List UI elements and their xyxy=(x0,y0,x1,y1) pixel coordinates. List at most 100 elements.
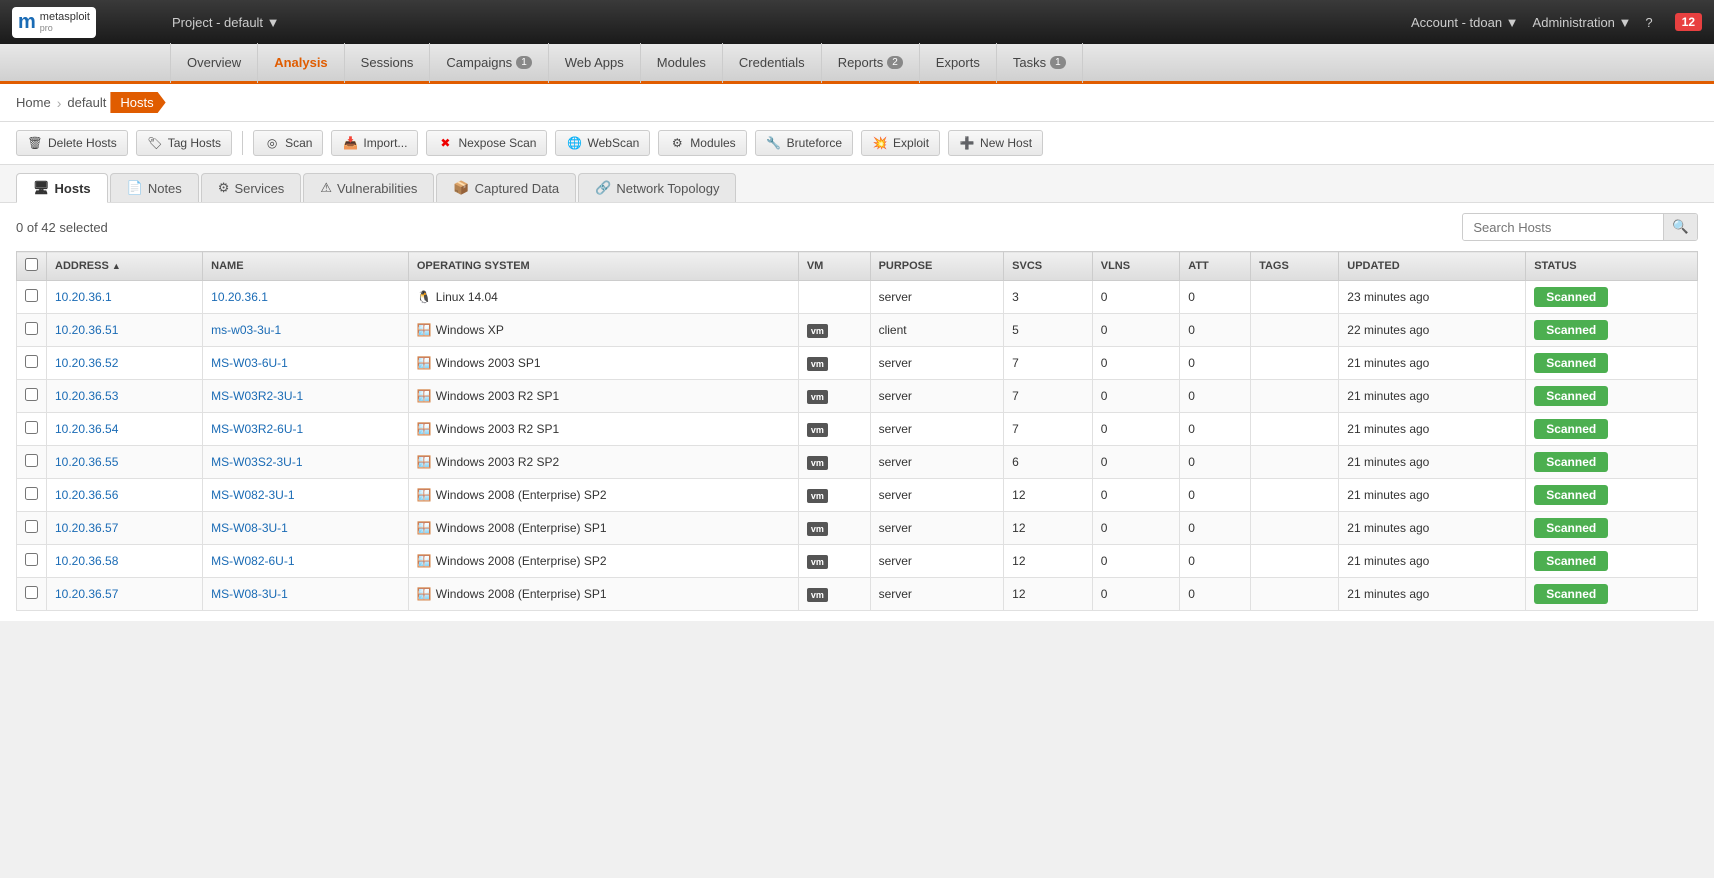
header-vm[interactable]: VM xyxy=(798,252,870,281)
nav-item-reports[interactable]: Reports 2 xyxy=(822,43,920,83)
nexpose-scan-button[interactable]: ✖ Nexpose Scan xyxy=(426,130,547,156)
row-tags xyxy=(1251,380,1339,413)
row-svcs: 3 xyxy=(1004,281,1093,314)
header-vlns[interactable]: VLNS xyxy=(1092,252,1179,281)
name-link[interactable]: 10.20.36.1 xyxy=(211,290,268,304)
row-checkbox-cell[interactable] xyxy=(17,479,47,512)
address-link[interactable]: 10.20.36.52 xyxy=(55,356,118,370)
nav-item-analysis[interactable]: Analysis xyxy=(258,43,344,83)
search-button[interactable]: 🔍 xyxy=(1663,214,1697,240)
breadcrumb-home[interactable]: Home xyxy=(16,95,51,110)
row-checkbox-cell[interactable] xyxy=(17,347,47,380)
row-checkbox-cell[interactable] xyxy=(17,545,47,578)
header-updated[interactable]: UPDATED xyxy=(1339,252,1526,281)
address-link[interactable]: 10.20.36.55 xyxy=(55,455,118,469)
tab-hosts[interactable]: 🖥 Hosts xyxy=(16,173,108,203)
header-att[interactable]: ATT xyxy=(1180,252,1251,281)
account-dropdown[interactable]: Account - tdoan ▼ xyxy=(1411,15,1519,30)
header-name[interactable]: NAME xyxy=(203,252,409,281)
header-tags[interactable]: TAGS xyxy=(1251,252,1339,281)
nav-item-credentials[interactable]: Credentials xyxy=(723,43,822,83)
row-checkbox-cell[interactable] xyxy=(17,380,47,413)
bruteforce-button[interactable]: 🔧 Bruteforce xyxy=(755,130,853,156)
address-link[interactable]: 10.20.36.54 xyxy=(55,422,118,436)
nav-item-sessions[interactable]: Sessions xyxy=(345,43,431,83)
row-checkbox-cell[interactable] xyxy=(17,446,47,479)
nav-item-campaigns[interactable]: Campaigns 1 xyxy=(430,43,548,83)
row-svcs: 7 xyxy=(1004,380,1093,413)
search-input[interactable] xyxy=(1463,215,1663,240)
address-link[interactable]: 10.20.36.56 xyxy=(55,488,118,502)
tab-services[interactable]: ⚙ Services xyxy=(201,173,302,202)
row-checkbox[interactable] xyxy=(25,421,38,434)
name-link[interactable]: MS-W082-3U-1 xyxy=(211,488,294,502)
header-os[interactable]: OPERATING SYSTEM xyxy=(408,252,798,281)
status-badge: Scanned xyxy=(1534,320,1608,340)
nav-item-tasks[interactable]: Tasks 1 xyxy=(997,43,1083,83)
row-checkbox[interactable] xyxy=(25,487,38,500)
nexpose-scan-label: Nexpose Scan xyxy=(458,136,536,150)
row-checkbox-cell[interactable] xyxy=(17,578,47,611)
webscan-icon: 🌐 xyxy=(566,135,582,151)
administration-dropdown[interactable]: Administration ▼ xyxy=(1533,15,1632,30)
webscan-button[interactable]: 🌐 WebScan xyxy=(555,130,650,156)
address-link[interactable]: 10.20.36.53 xyxy=(55,389,118,403)
name-link[interactable]: MS-W03R2-3U-1 xyxy=(211,389,303,403)
row-vlns: 0 xyxy=(1092,380,1179,413)
tab-vulnerabilities[interactable]: ⚠ Vulnerabilities xyxy=(303,173,434,202)
name-link[interactable]: MS-W03-6U-1 xyxy=(211,356,288,370)
address-link[interactable]: 10.20.36.57 xyxy=(55,521,118,535)
name-link[interactable]: MS-W03R2-6U-1 xyxy=(211,422,303,436)
row-checkbox-cell[interactable] xyxy=(17,314,47,347)
name-link[interactable]: MS-W08-3U-1 xyxy=(211,521,288,535)
nav-item-webapps[interactable]: Web Apps xyxy=(549,43,641,83)
name-link[interactable]: ms-w03-3u-1 xyxy=(211,323,281,337)
address-link[interactable]: 10.20.36.1 xyxy=(55,290,112,304)
new-host-button[interactable]: ➕ New Host xyxy=(948,130,1043,156)
nav-item-overview[interactable]: Overview xyxy=(170,43,258,83)
modules-button[interactable]: ⚙ Modules xyxy=(658,130,746,156)
address-link[interactable]: 10.20.36.57 xyxy=(55,587,118,601)
row-checkbox-cell[interactable] xyxy=(17,413,47,446)
name-link[interactable]: MS-W08-3U-1 xyxy=(211,587,288,601)
name-link[interactable]: MS-W03S2-3U-1 xyxy=(211,455,302,469)
content-header: 0 of 42 selected 🔍 xyxy=(16,213,1698,241)
os-icon: 🪟 xyxy=(417,422,432,436)
exploit-button[interactable]: 💥 Exploit xyxy=(861,130,940,156)
tab-network-topology[interactable]: 🔗 Network Topology xyxy=(578,173,736,202)
name-link[interactable]: MS-W082-6U-1 xyxy=(211,554,294,568)
tab-notes[interactable]: 📄 Notes xyxy=(110,173,199,202)
header-address[interactable]: ADDRESS ▲ xyxy=(47,252,203,281)
row-checkbox[interactable] xyxy=(25,355,38,368)
project-dropdown[interactable]: Project - default ▼ xyxy=(172,15,280,30)
row-checkbox-cell[interactable] xyxy=(17,512,47,545)
row-checkbox[interactable] xyxy=(25,553,38,566)
modules-label: Modules xyxy=(690,136,735,150)
vm-badge: vm xyxy=(807,489,828,503)
delete-hosts-button[interactable]: 🗑 Delete Hosts xyxy=(16,130,128,156)
address-link[interactable]: 10.20.36.51 xyxy=(55,323,118,337)
tab-captured-data[interactable]: 📦 Captured Data xyxy=(436,173,576,202)
row-checkbox[interactable] xyxy=(25,388,38,401)
row-checkbox[interactable] xyxy=(25,454,38,467)
row-checkbox[interactable] xyxy=(25,322,38,335)
header-checkbox[interactable] xyxy=(17,252,47,281)
import-button[interactable]: 📥 Import... xyxy=(331,130,418,156)
nav-item-modules[interactable]: Modules xyxy=(641,43,723,83)
notification-badge[interactable]: 12 xyxy=(1675,13,1702,31)
header-status[interactable]: STATUS xyxy=(1526,252,1698,281)
scan-button[interactable]: ◎ Scan xyxy=(253,130,323,156)
row-purpose: server xyxy=(870,413,1004,446)
row-checkbox-cell[interactable] xyxy=(17,281,47,314)
tag-hosts-button[interactable]: 🏷 Tag Hosts xyxy=(136,130,232,156)
nav-item-exports[interactable]: Exports xyxy=(920,43,997,83)
header-svcs[interactable]: SVCS xyxy=(1004,252,1093,281)
help-button[interactable]: ? xyxy=(1645,15,1652,30)
breadcrumb-project[interactable]: default xyxy=(67,95,106,110)
header-purpose[interactable]: PURPOSE xyxy=(870,252,1004,281)
row-checkbox[interactable] xyxy=(25,586,38,599)
row-checkbox[interactable] xyxy=(25,289,38,302)
address-link[interactable]: 10.20.36.58 xyxy=(55,554,118,568)
select-all-checkbox[interactable] xyxy=(25,258,38,271)
row-checkbox[interactable] xyxy=(25,520,38,533)
